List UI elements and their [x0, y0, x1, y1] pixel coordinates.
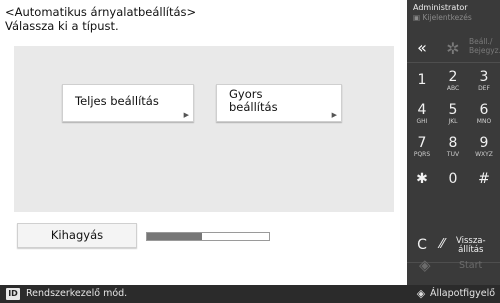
- quick-adjustment-label-line2: beállítás: [229, 100, 278, 114]
- key-digit: 5: [448, 102, 458, 118]
- status-monitor-icon: ◈: [416, 287, 426, 300]
- key-letters: TUV: [446, 151, 460, 158]
- status-monitor-label: Állapotfigyelő: [430, 288, 496, 299]
- key-letters: DEF: [478, 85, 490, 92]
- status-monitor-button[interactable]: ◈ Állapotfigyelő: [414, 285, 500, 303]
- key-digit: ✱: [416, 171, 428, 187]
- key-4[interactable]: 5 JKL: [438, 96, 468, 129]
- key-letters: MNO: [476, 118, 492, 125]
- key-1[interactable]: 2 ABC: [438, 63, 468, 96]
- key-digit: 6: [479, 102, 489, 118]
- key-3[interactable]: 4 GHI: [407, 96, 437, 129]
- user-name: Administrator: [413, 3, 468, 12]
- progress-bar: [146, 232, 270, 241]
- progress-fill: [147, 233, 202, 240]
- keypad-panel: Administrator ▣ Kijelentkezés « ✲ Beáll.…: [407, 0, 500, 285]
- title-heading: <Automatikus árnyalatbeállítás>: [5, 5, 197, 19]
- key-digit: 1: [417, 72, 427, 88]
- key-letters: GHI: [416, 118, 428, 125]
- key-letters: JKL: [448, 118, 458, 125]
- double-chevron-left-icon[interactable]: «: [410, 36, 434, 60]
- key-digit: 9: [479, 135, 489, 151]
- key-letters: WXYZ: [475, 151, 493, 158]
- title-instruction: Válassza ki a típust.: [5, 19, 119, 33]
- status-bar: ID Rendszerkezelő mód. ◈ Állapotfigyelő: [0, 285, 500, 303]
- start-icon: ◈: [419, 256, 431, 274]
- key-digit: 0: [448, 171, 458, 187]
- key-digit: 4: [417, 102, 427, 118]
- key-digit: #: [478, 171, 490, 187]
- key-11[interactable]: #: [469, 162, 499, 195]
- quick-adjustment-button[interactable]: Gyors beállítás ▶: [216, 84, 342, 122]
- key-2[interactable]: 3 DEF: [469, 63, 499, 96]
- arrow-icon: ▶: [183, 111, 189, 119]
- skip-button[interactable]: Kihagyás: [17, 223, 137, 248]
- settings-label-line2: Bejegyz.: [469, 46, 500, 55]
- status-message: Rendszerkezelő mód.: [26, 288, 128, 299]
- key-digit: 3: [479, 69, 489, 85]
- key-9[interactable]: ✱: [407, 162, 437, 195]
- key-8[interactable]: 9 WXYZ: [469, 129, 499, 162]
- options-area: [14, 46, 394, 212]
- screen-title: <Automatikus árnyalatbeállítás> Válassza…: [5, 5, 196, 33]
- key-5[interactable]: 6 MNO: [469, 96, 499, 129]
- key-letters: PQRS: [413, 151, 431, 158]
- reset-label-line2: állítás: [458, 245, 484, 255]
- key-0[interactable]: 1: [407, 63, 437, 96]
- start-button[interactable]: ◈ Start: [407, 256, 500, 285]
- key-7[interactable]: 8 TUV: [438, 129, 468, 162]
- key-digit: 8: [448, 135, 458, 151]
- reset-key[interactable]: ⁄⁄ Vissza- állítás: [438, 228, 500, 261]
- key-letters: ABC: [446, 85, 460, 92]
- key-digit: 7: [417, 135, 427, 151]
- arrow-icon: ▶: [331, 111, 337, 119]
- key-digit: 2: [448, 69, 458, 85]
- gear-icon: ✲: [446, 39, 460, 58]
- logout-button[interactable]: ▣ Kijelentkezés: [413, 13, 472, 22]
- key-6[interactable]: 7 PQRS: [407, 129, 437, 162]
- main-panel: <Automatikus árnyalatbeállítás> Válassza…: [0, 0, 407, 285]
- reset-icon: ⁄⁄: [440, 237, 445, 252]
- logout-label: Kijelentkezés: [422, 13, 472, 22]
- start-label: Start: [459, 260, 483, 271]
- full-adjustment-label: Teljes beállítás: [75, 94, 159, 108]
- settings-button: Beáll./ Bejegyz.: [469, 37, 500, 55]
- full-adjustment-button[interactable]: Teljes beállítás ▶: [62, 84, 194, 122]
- key-10[interactable]: 0: [438, 162, 468, 195]
- settings-label-line1: Beáll./: [469, 37, 493, 46]
- id-icon: ID: [6, 288, 20, 300]
